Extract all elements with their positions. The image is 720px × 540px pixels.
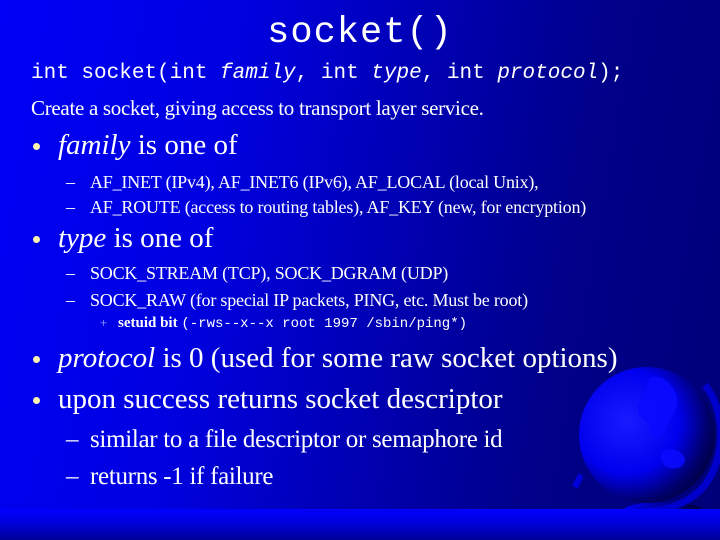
function-prototype: int socket(int family, int type, int pro… [31, 62, 623, 85]
dash-icon: – [66, 263, 75, 283]
sub-item-text: AF_ROUTE (access to routing tables), AF_… [90, 197, 587, 217]
param-protocol: protocol [497, 62, 599, 85]
sub-sub-item: + setuid bit (-rws--x--x root 1997 /sbin/… [100, 315, 467, 332]
bullet-upon-success: upon success returns socket descriptor [58, 383, 503, 415]
param-family: family [220, 62, 296, 85]
setuid-code: (-rws--x--x root 1997 /sbin/ping*) [181, 316, 468, 332]
description: Create a socket, giving access to transp… [31, 96, 484, 120]
prototype-text: , int [421, 62, 498, 85]
param-type: type [371, 62, 422, 85]
bullet-type: type is one of [58, 222, 213, 255]
sub-item-text: returns -1 if failure [90, 463, 274, 490]
bullet-family: family is one of [58, 129, 238, 162]
slide: socket() int socket(int family, int type… [0, 0, 720, 540]
bullet-term: protocol [58, 342, 156, 374]
bullet-dot [33, 236, 40, 243]
sub-item-text: SOCK_RAW (for special IP packets, PING, … [90, 290, 528, 310]
dash-icon: – [66, 290, 75, 310]
bullet-term: type [58, 222, 107, 254]
dash-icon: – [66, 426, 79, 453]
sub-item: – SOCK_STREAM (TCP), SOCK_DGRAM (UDP) [66, 263, 448, 284]
bullet-text: is one of [106, 222, 214, 254]
prototype-text: ); [598, 62, 624, 85]
sub-item-text: SOCK_STREAM (TCP), SOCK_DGRAM (UDP) [90, 263, 449, 283]
setuid-label: setuid bit [118, 315, 178, 331]
bullet-dot [33, 143, 40, 150]
footer-band [0, 509, 720, 540]
slide-title: socket() [267, 12, 453, 54]
sub-item: – AF_INET (IPv4), AF_INET6 (IPv6), AF_LOC… [66, 172, 539, 193]
dash-icon: – [66, 172, 75, 192]
dash-icon: – [66, 463, 79, 490]
sub-item: – returns -1 if failure [66, 463, 274, 491]
plus-icon: + [100, 315, 108, 330]
prototype-text: int socket(int [31, 62, 221, 85]
dash-icon: – [66, 197, 75, 217]
sub-item-text: similar to a file descriptor or semaphor… [90, 426, 503, 453]
bullet-text: is one of [130, 129, 238, 161]
prototype-text: , int [295, 62, 372, 85]
sub-item: – AF_ROUTE (access to routing tables), AF… [66, 197, 586, 218]
bullet-text: is 0 (used for some raw socket options) [155, 342, 618, 374]
bullet-protocol: protocol is 0 (used for some raw socket … [58, 342, 618, 375]
sub-item-text: AF_INET (IPv4), AF_INET6 (IPv6), AF_LOCA… [90, 172, 539, 192]
bullet-dot [33, 397, 40, 404]
bullet-dot [33, 356, 40, 363]
bullet-term: family [58, 129, 131, 161]
sub-item: – similar to a file descriptor or semapho… [66, 426, 503, 454]
sub-item: – SOCK_RAW (for special IP packets, PING,… [66, 290, 528, 311]
